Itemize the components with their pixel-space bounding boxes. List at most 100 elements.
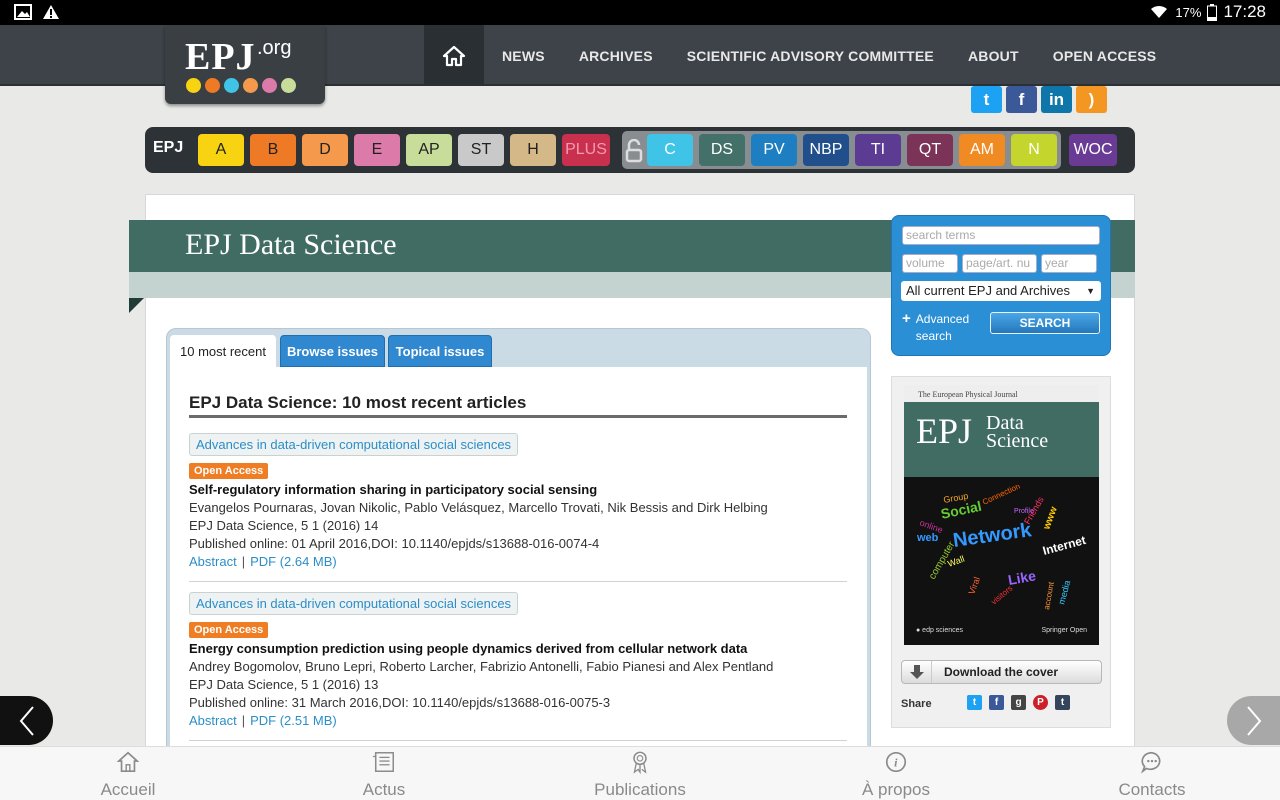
section-title: EPJ Data Science: 10 most recent article…	[189, 393, 527, 412]
article-category-link[interactable]: Advances in data-driven computational so…	[189, 433, 519, 456]
advanced-search-label: Advanced search	[915, 312, 970, 343]
gallery-notification-icon	[14, 4, 32, 20]
logo-text: EPJ	[185, 36, 256, 78]
journal-button-am[interactable]: AM	[959, 134, 1005, 166]
journal-button-e[interactable]: E	[354, 134, 400, 166]
advanced-search-link[interactable]: + Advanced search	[902, 311, 976, 345]
article-citation: EPJ Data Science, 5 1 (2016) 14	[189, 518, 379, 533]
journal-button-woc[interactable]: WOC	[1069, 134, 1117, 166]
search-button[interactable]: SEARCH	[990, 312, 1100, 334]
abstract-link[interactable]: Abstract	[189, 554, 237, 569]
word-cloud-graphic: Group Social online web Network Friends …	[916, 485, 1087, 610]
journal-button-c[interactable]: C	[647, 134, 693, 166]
article-title[interactable]: Self-regulatory information sharing in p…	[189, 482, 847, 497]
home-icon	[116, 751, 140, 773]
rss-icon[interactable]: )	[1076, 86, 1107, 113]
open-lock-icon	[625, 139, 643, 163]
pdf-link[interactable]: PDF (2.51 MB)	[250, 713, 337, 728]
journal-button-ap[interactable]: AP	[406, 134, 452, 166]
share-twitter-icon[interactable]: t	[967, 695, 982, 710]
svg-text:visitors: visitors	[990, 584, 1015, 607]
abstract-link[interactable]: Abstract	[189, 713, 237, 728]
nav-news[interactable]: NEWS	[485, 48, 562, 64]
volume-input[interactable]: volume	[902, 254, 958, 273]
linkedin-icon[interactable]: in	[1041, 86, 1072, 113]
status-bar: 17% 17:28	[0, 0, 1280, 25]
journal-button-d[interactable]: D	[302, 134, 348, 166]
article-item: Advances in data-driven computational so…	[189, 433, 847, 569]
share-googleplus-icon[interactable]: g	[1011, 695, 1026, 710]
cover-footer: ● edp sciences Springer Open	[916, 626, 1087, 634]
article-divider	[189, 740, 847, 741]
bottom-nav-accueil[interactable]: Accueil	[0, 747, 256, 800]
link-separator: |	[241, 713, 246, 728]
cover-title-block: EPJ Data Science	[904, 402, 1099, 477]
journal-button-a[interactable]: A	[198, 134, 244, 166]
bottom-nav-label: Publications	[594, 780, 686, 799]
article-citation: EPJ Data Science, 5 1 (2016) 13	[189, 677, 379, 692]
journal-button-pv[interactable]: PV	[751, 134, 797, 166]
journal-button-ti[interactable]: TI	[855, 134, 901, 166]
journal-button-st[interactable]: ST	[458, 134, 504, 166]
chevron-right-icon	[1246, 705, 1261, 736]
next-page-button[interactable]	[1227, 696, 1280, 745]
search-scope-select[interactable]: All current EPJ and Archives ▼	[901, 281, 1101, 301]
journal-button-nbp[interactable]: NBP	[803, 134, 849, 166]
site-logo[interactable]: EPJ .org	[165, 25, 325, 104]
article-category-link[interactable]: Advances in data-driven computational so…	[189, 592, 519, 615]
link-separator: |	[241, 554, 246, 569]
twitter-icon[interactable]: t	[971, 86, 1002, 113]
previous-page-button[interactable]	[0, 696, 53, 745]
download-cover-button[interactable]: Download the cover	[901, 660, 1102, 684]
journal-cover-image[interactable]: The European Physical Journal EPJ Data Sc…	[904, 385, 1099, 645]
tab-topical-issues[interactable]: Topical issues	[388, 335, 492, 367]
home-button[interactable]	[424, 25, 484, 86]
bottom-nav-label: Actus	[362, 780, 406, 799]
share-facebook-icon[interactable]: f	[989, 695, 1004, 710]
main-menu: NEWS ARCHIVES SCIENTIFIC ADVISORY COMMIT…	[485, 25, 1173, 86]
journal-button-qt[interactable]: QT	[907, 134, 953, 166]
bottom-nav-label: À propos	[861, 780, 931, 799]
download-icon	[902, 661, 932, 683]
nav-open-access[interactable]: OPEN ACCESS	[1036, 48, 1174, 64]
section-divider	[189, 415, 847, 418]
search-terms-input[interactable]: search terms	[902, 226, 1100, 245]
svg-text:Viral: Viral	[966, 575, 981, 595]
page-article-input[interactable]: page/art. nu	[962, 254, 1037, 273]
battery-icon	[1207, 3, 1218, 21]
pdf-link[interactable]: PDF (2.64 MB)	[250, 554, 337, 569]
bottom-nav-label: Accueil	[100, 780, 156, 799]
journal-button-h[interactable]: H	[510, 134, 556, 166]
share-icons: t f g P t	[967, 695, 1070, 710]
nav-about[interactable]: ABOUT	[951, 48, 1036, 64]
nav-scientific-advisory-committee[interactable]: SCIENTIFIC ADVISORY COMMITTEE	[670, 48, 951, 64]
article-authors: Andrey Bogomolov, Bruno Lepri, Roberto L…	[189, 659, 774, 674]
newspaper-icon	[372, 752, 394, 772]
chat-bubble-icon	[1140, 751, 1161, 774]
open-access-badge: Open Access	[189, 622, 269, 638]
bottom-nav-a-propos[interactable]: i À propos	[768, 747, 1024, 800]
share-tumblr-icon[interactable]: t	[1055, 695, 1070, 710]
svg-text:Network: Network	[952, 519, 1034, 552]
article-item: Advances in data-driven computational so…	[189, 592, 847, 728]
bottom-nav-contacts[interactable]: Contacts	[1024, 747, 1280, 800]
svg-text:Internet: Internet	[1041, 533, 1087, 558]
clock: 17:28	[1223, 2, 1266, 21]
journal-button-n[interactable]: N	[1011, 134, 1057, 166]
facebook-icon[interactable]: f	[1006, 86, 1037, 113]
bottom-nav-actus[interactable]: Actus	[256, 747, 512, 800]
svg-text:Connection: Connection	[981, 485, 1021, 507]
journal-button-ds[interactable]: DS	[699, 134, 745, 166]
share-pinterest-icon[interactable]: P	[1033, 695, 1048, 710]
journal-button-b[interactable]: B	[250, 134, 296, 166]
article-title[interactable]: Energy consumption prediction using peop…	[189, 641, 847, 656]
year-input[interactable]: year	[1041, 254, 1097, 273]
article-authors: Evangelos Pournaras, Jovan Nikolic, Pabl…	[189, 500, 768, 515]
journal-button-plus[interactable]: PLUS	[562, 134, 610, 166]
nav-archives[interactable]: ARCHIVES	[562, 48, 670, 64]
article-published: Published online: 31 March 2016,DOI: 10.…	[189, 695, 611, 710]
bottom-nav-publications[interactable]: Publications	[512, 747, 768, 800]
tab-browse-issues[interactable]: Browse issues	[280, 335, 385, 367]
tab-10-most-recent[interactable]: 10 most recent	[170, 335, 276, 367]
search-box: search terms volume page/art. nu year Al…	[891, 215, 1111, 356]
